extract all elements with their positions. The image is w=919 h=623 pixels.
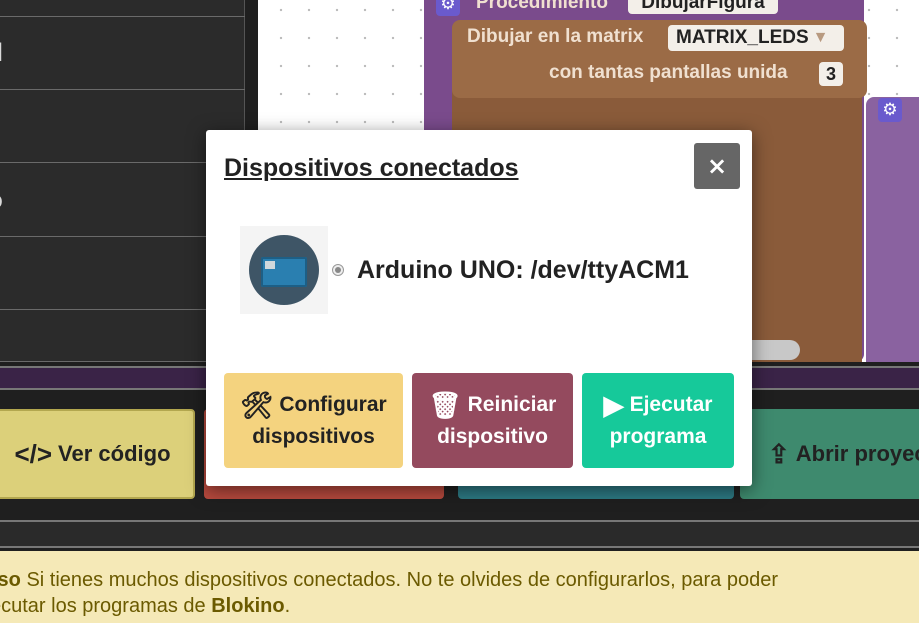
device-radio[interactable] [332, 264, 344, 276]
run-program-button[interactable]: ▶ Ejecutar programa [582, 373, 734, 468]
arduino-board-image [240, 226, 328, 314]
play-circle-icon: ▶ [603, 389, 624, 420]
configure-label-1: Configurar [279, 392, 387, 416]
reset-label-1: Reiniciar [467, 392, 557, 416]
run-label-2: programa [609, 424, 707, 448]
tools-icon: 🛠 [240, 389, 274, 420]
device-list-item[interactable]: Arduino UNO: /dev/ttyACM1 [240, 226, 720, 314]
devices-modal: Dispositivos conectados × Arduino UNO: /… [206, 130, 752, 486]
close-icon: × [706, 152, 728, 180]
reset-device-button[interactable]: 🗑 Reiniciar dispositivo [412, 373, 573, 468]
arduino-icon [249, 235, 319, 305]
device-label: Arduino UNO: /dev/ttyACM1 [357, 255, 689, 284]
configure-devices-button[interactable]: 🛠 Configurar dispositivos [224, 373, 403, 468]
configure-label-2: dispositivos [252, 424, 375, 448]
trash-restore-icon: 🗑 [428, 389, 462, 420]
modal-title: Dispositivos conectados [224, 154, 519, 182]
run-label-1: Ejecutar [629, 392, 713, 416]
close-button[interactable]: × [694, 143, 740, 189]
reset-label-2: dispositivo [437, 424, 548, 448]
